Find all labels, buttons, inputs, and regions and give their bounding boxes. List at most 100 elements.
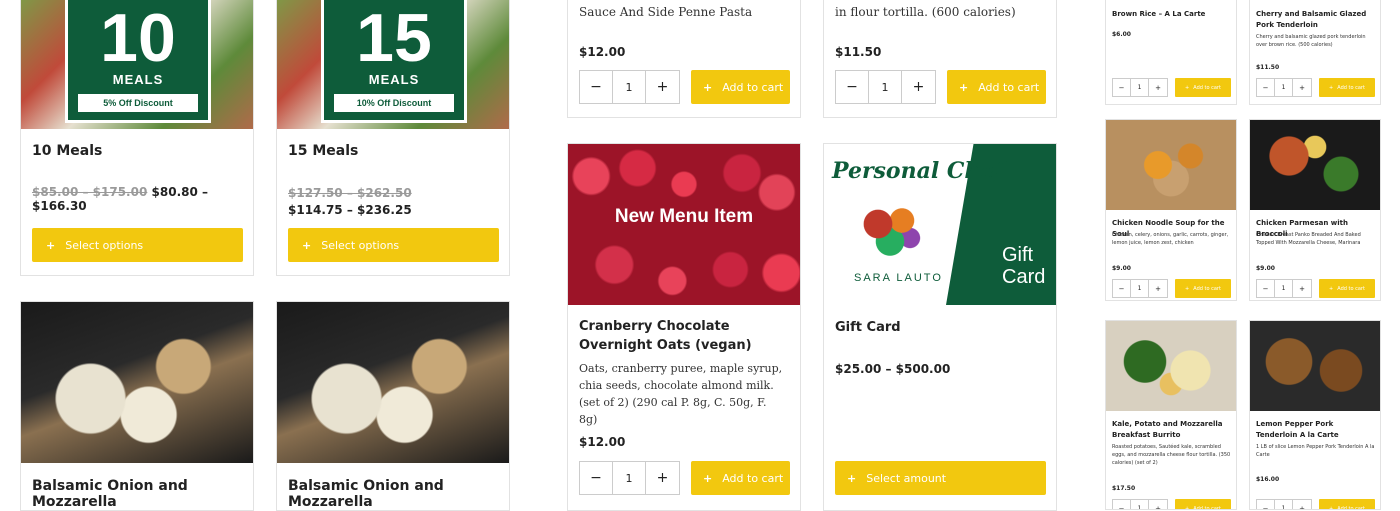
product-title[interactable]: Brown Rice – A La Carte	[1112, 9, 1230, 20]
product-image[interactable]	[21, 302, 253, 463]
quantity-stepper[interactable]: − 1 +	[1256, 499, 1312, 510]
add-to-cart-button[interactable]: + Add to cart	[691, 70, 790, 104]
product-title[interactable]: Cranberry Chocolate Overnight Oats (vega…	[579, 318, 791, 356]
add-to-cart-button[interactable]: + Add to cart	[1319, 499, 1375, 510]
add-to-cart-button[interactable]: + Add to cart	[1175, 78, 1231, 97]
increase-quantity-button[interactable]: +	[646, 462, 679, 494]
product-card-10-meals: 10 MEALS 5% Off Discount 10 Meals $85.00…	[20, 0, 254, 276]
quantity-stepper[interactable]: − 1 +	[579, 461, 680, 495]
quantity-input[interactable]: 1	[1131, 500, 1149, 509]
product-image[interactable]	[1106, 120, 1236, 210]
sale-price: $114.75 – $236.25	[288, 203, 412, 218]
product-image[interactable]: Personal Chef SARA LAUTO Gift Card	[824, 144, 1056, 305]
discount-label: 10% Off Discount	[334, 94, 454, 112]
decrease-quantity-button[interactable]: −	[1257, 500, 1275, 509]
quantity-stepper[interactable]: − 1 +	[1112, 78, 1168, 97]
plus-icon: +	[847, 471, 857, 485]
product-description: Oats, cranberry puree, maple syrup, chia…	[579, 362, 783, 427]
product-title[interactable]: Kale, Potato and Mozzarella Breakfast Bu…	[1112, 419, 1230, 440]
decrease-quantity-button[interactable]: −	[580, 462, 613, 494]
product-price: $9.00	[1256, 265, 1275, 272]
quantity-stepper[interactable]: − 1 +	[1256, 279, 1312, 298]
old-price: $85.00 – $175.00	[32, 185, 148, 199]
button-label: Add to cart	[1193, 285, 1221, 292]
increase-quantity-button[interactable]: +	[1149, 280, 1167, 297]
gift-card-label: Gift Card	[1002, 244, 1046, 288]
decrease-quantity-button[interactable]: −	[580, 71, 613, 103]
increase-quantity-button[interactable]: +	[1293, 79, 1311, 96]
decrease-quantity-button[interactable]: −	[1113, 500, 1131, 509]
product-title[interactable]: Balsamic Onion and Mozzarella	[32, 478, 253, 510]
product-title[interactable]: Cherry and Balsamic Glazed Pork Tenderlo…	[1256, 9, 1374, 30]
product-title[interactable]: 15 Meals	[288, 143, 358, 159]
increase-quantity-button[interactable]: +	[1293, 280, 1311, 297]
meal-count: 10	[100, 0, 176, 76]
quantity-input[interactable]: 1	[1131, 280, 1149, 297]
product-image[interactable]	[1106, 321, 1236, 411]
product-title[interactable]: 10 Meals	[32, 143, 102, 159]
quantity-input[interactable]: 1	[869, 71, 902, 103]
select-options-button[interactable]: + Select options	[288, 228, 499, 262]
product-title[interactable]: Balsamic Onion and Mozzarella	[288, 478, 509, 510]
product-price: $12.00	[579, 45, 626, 59]
select-amount-button[interactable]: + Select amount	[835, 461, 1046, 495]
quantity-stepper[interactable]: − 1 +	[1112, 499, 1168, 510]
button-label: Add to cart	[1337, 285, 1365, 292]
quantity-input[interactable]: 1	[1275, 500, 1293, 509]
product-card-15-meals: 15 MEALS 10% Off Discount 15 Meals $127.…	[276, 0, 510, 276]
decrease-quantity-button[interactable]: −	[1113, 280, 1131, 297]
quantity-input[interactable]: 1	[613, 71, 646, 103]
quantity-stepper[interactable]: − 1 +	[1256, 78, 1312, 97]
button-label: Add to cart	[1337, 505, 1365, 510]
add-to-cart-button[interactable]: + Add to cart	[947, 70, 1046, 104]
plus-icon: +	[46, 238, 56, 252]
button-label: Select amount	[866, 471, 947, 485]
increase-quantity-button[interactable]: +	[646, 71, 679, 103]
decrease-quantity-button[interactable]: −	[836, 71, 869, 103]
decrease-quantity-button[interactable]: −	[1113, 79, 1131, 96]
product-price: $11.50	[1256, 64, 1280, 71]
decrease-quantity-button[interactable]: −	[1257, 280, 1275, 297]
select-options-button[interactable]: + Select options	[32, 228, 243, 262]
small-product-card: Brown Rice – A La Carte $6.00 − 1 + + Add…	[1105, 0, 1237, 105]
old-price: $127.50 – $262.50	[288, 186, 412, 200]
quantity-input[interactable]: 1	[1131, 79, 1149, 96]
increase-quantity-button[interactable]: +	[1149, 79, 1167, 96]
product-price: $25.00 – $500.00	[835, 362, 951, 376]
product-image[interactable]: 15 MEALS 10% Off Discount	[277, 0, 509, 129]
quantity-stepper[interactable]: − 1 +	[1112, 279, 1168, 298]
gift-brand-script: Personal Chef	[832, 158, 1004, 184]
product-image[interactable]	[277, 302, 509, 463]
small-product-card: Lemon Pepper Pork Tenderloin A la Carte 1…	[1249, 320, 1381, 510]
button-label: Add to cart	[978, 80, 1040, 94]
decrease-quantity-button[interactable]: −	[1257, 79, 1275, 96]
increase-quantity-button[interactable]: +	[902, 71, 935, 103]
add-to-cart-button[interactable]: + Add to cart	[1319, 279, 1375, 298]
product-price: $127.50 – $262.50 $114.75 – $236.25	[288, 185, 503, 220]
increase-quantity-button[interactable]: +	[1149, 500, 1167, 510]
add-to-cart-button[interactable]: + Add to cart	[1175, 279, 1231, 298]
meal-count: 15	[356, 0, 432, 76]
increase-quantity-button[interactable]: +	[1293, 500, 1311, 510]
product-image[interactable]: 10 MEALS 5% Off Discount	[21, 0, 253, 129]
small-product-card: Chicken Parmesan with Broccoli Chicken Br…	[1249, 119, 1381, 301]
quantity-stepper[interactable]: − 1 +	[835, 70, 936, 104]
meal-word: MEALS	[112, 72, 164, 87]
quantity-input[interactable]: 1	[1275, 280, 1293, 297]
add-to-cart-button[interactable]: + Add to cart	[1175, 499, 1231, 509]
quantity-input[interactable]: 1	[613, 462, 646, 494]
meal-word: MEALS	[368, 72, 420, 87]
product-title[interactable]: Gift Card	[835, 320, 901, 335]
add-to-cart-button[interactable]: + Add to cart	[691, 461, 790, 495]
add-to-cart-button[interactable]: + Add to cart	[1319, 78, 1375, 97]
product-image[interactable]	[1250, 321, 1380, 411]
product-image[interactable]: New Menu Item	[568, 144, 800, 305]
quantity-stepper[interactable]: − 1 +	[579, 70, 680, 104]
quantity-input[interactable]: 1	[1275, 79, 1293, 96]
product-price: $6.00	[1112, 31, 1131, 38]
product-title[interactable]: Lemon Pepper Pork Tenderloin A la Carte	[1256, 419, 1374, 440]
discount-label: 5% Off Discount	[78, 94, 198, 112]
chef-name: SARA LAUTO	[854, 272, 943, 284]
product-image[interactable]	[1250, 120, 1380, 210]
product-description: Roasted potatoes, Sautéed kale, scramble…	[1112, 444, 1231, 466]
